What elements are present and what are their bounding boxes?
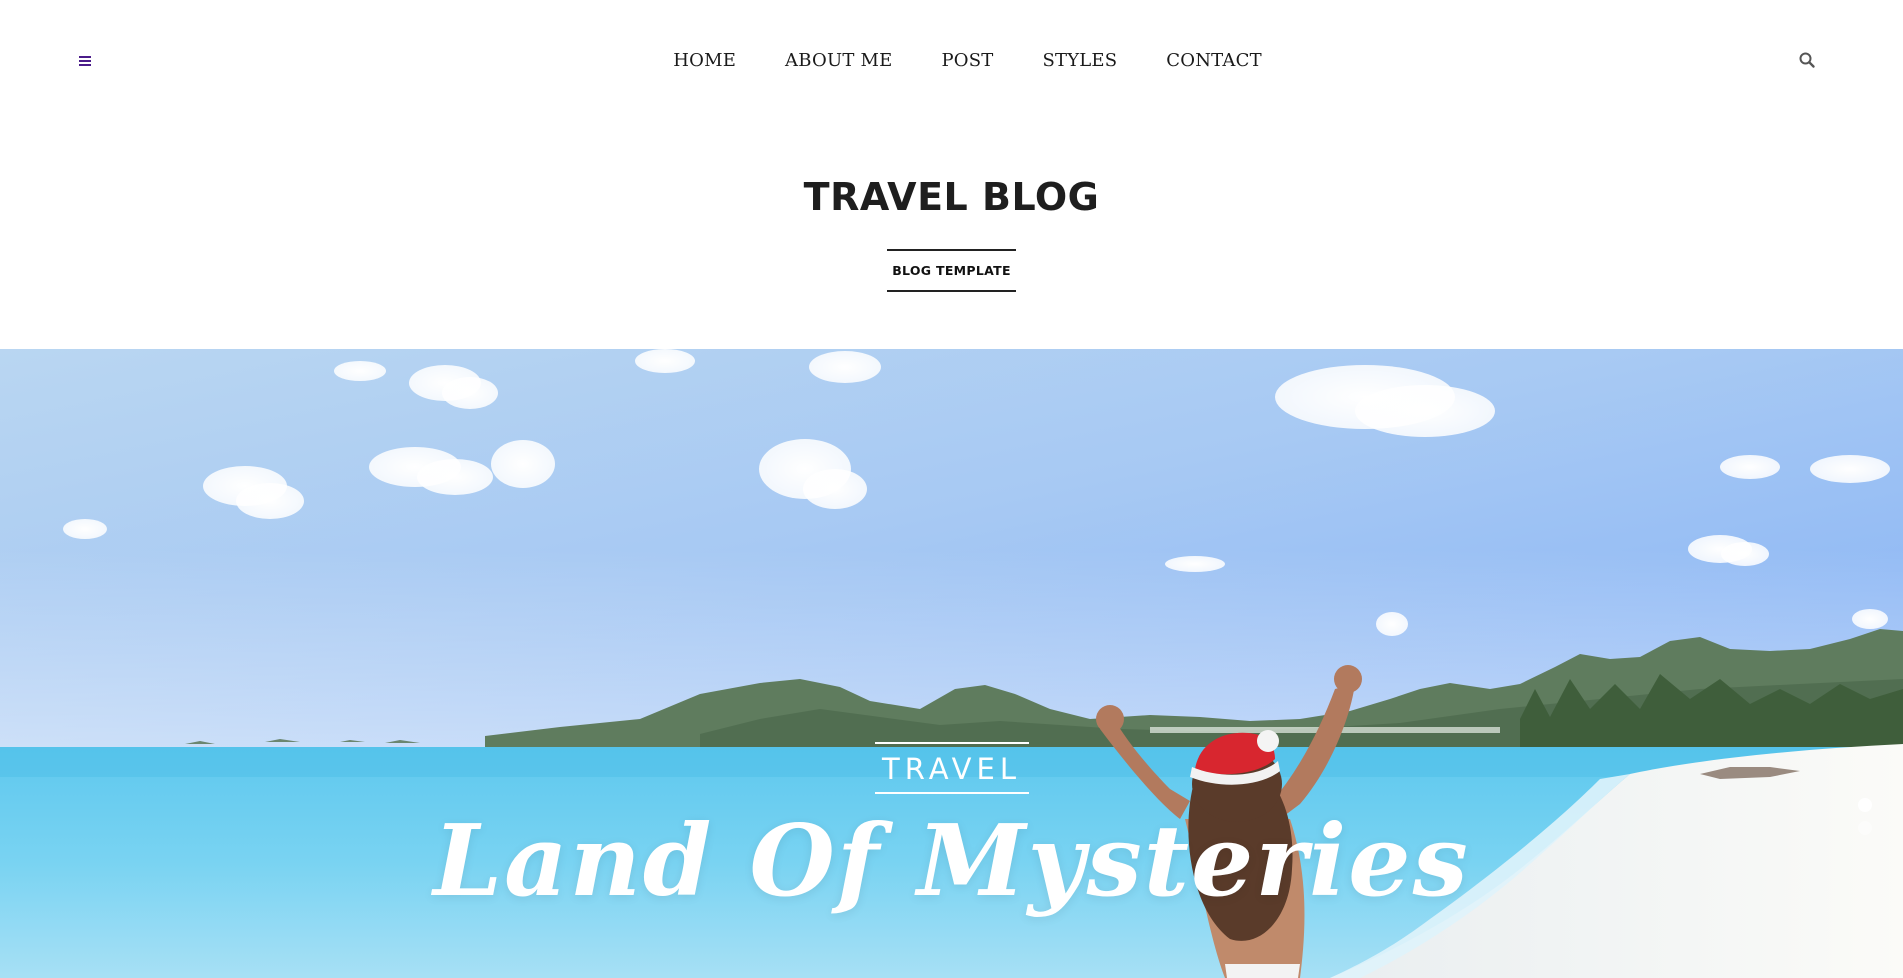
hamburger-menu-icon[interactable] (74, 50, 96, 72)
tagline-wrapper: BLOG TEMPLATE (0, 249, 1903, 292)
nav-item-post[interactable]: POST (941, 50, 993, 71)
site-title[interactable]: TRAVEL BLOG (0, 175, 1903, 219)
site-branding: TRAVEL BLOG BLOG TEMPLATE (0, 120, 1903, 349)
category-wrapper: TRAVEL (0, 742, 1903, 794)
search-icon[interactable] (1798, 51, 1818, 71)
hero-headline[interactable]: Land Of Mysteries (0, 804, 1903, 919)
nav-item-contact[interactable]: CONTACT (1166, 50, 1261, 71)
slider-dot-1[interactable] (1858, 798, 1872, 812)
nav-item-styles[interactable]: STYLES (1042, 50, 1117, 71)
page: HOME ABOUT ME POST STYLES CONTACT TRAVEL… (0, 0, 1903, 978)
hero-caption: TRAVEL Land Of Mysteries (0, 742, 1903, 919)
slider-dot-2[interactable] (1858, 821, 1872, 835)
nav-item-home[interactable]: HOME (673, 50, 736, 71)
hero-slider: TRAVEL Land Of Mysteries (0, 349, 1903, 978)
post-category[interactable]: TRAVEL (874, 742, 1029, 794)
slider-pagination (1858, 798, 1874, 835)
site-tagline[interactable]: BLOG TEMPLATE (887, 249, 1016, 292)
nav-item-about-me[interactable]: ABOUT ME (785, 50, 892, 71)
main-menu: HOME ABOUT ME POST STYLES CONTACT (0, 0, 1903, 120)
top-navigation-bar: HOME ABOUT ME POST STYLES CONTACT (0, 0, 1903, 121)
